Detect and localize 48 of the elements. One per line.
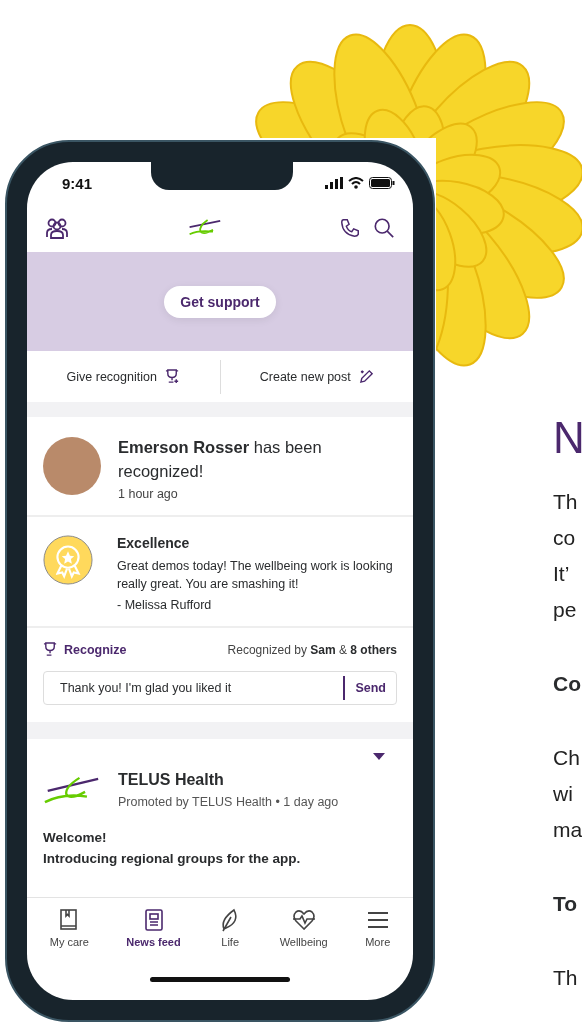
paragraph-line: Th — [553, 965, 579, 991]
paragraph-line: ma — [553, 817, 582, 843]
create-post-button[interactable]: Create new post — [220, 351, 413, 402]
logo-icon — [43, 776, 101, 804]
recognize-button[interactable]: Recognize — [43, 642, 127, 657]
nav-tab[interactable]: More — [365, 908, 391, 948]
post-title: Welcome! — [43, 829, 108, 847]
get-support-button[interactable]: Get support — [164, 285, 276, 318]
heartbeat-icon — [291, 908, 316, 932]
recognition-message: Great demos today! The wellbeing work is looking really great. You are smashing it! — [117, 558, 394, 593]
paragraph-line: wi — [553, 781, 574, 807]
award-badge-icon — [43, 535, 93, 585]
give-recognition-button[interactable]: Give recognition — [27, 351, 220, 402]
section-heading: Co — [553, 671, 582, 697]
paragraph-line: co — [553, 525, 577, 551]
status-time: 9:41 — [62, 174, 93, 192]
message-author: - Melissa Rufford — [117, 598, 213, 612]
battery-icon — [369, 177, 395, 189]
recognized-by-text: Recognized by Sam & 8 others — [227, 642, 397, 657]
wifi-icon — [348, 177, 364, 189]
trophy-icon — [43, 642, 58, 657]
post-headline: Emerson Rosser has been recognized! — [118, 437, 323, 482]
nav-tab[interactable]: My care — [49, 908, 89, 948]
paragraph-line: It’ — [553, 561, 571, 587]
paragraph-line: Ch — [553, 745, 581, 771]
phone-icon[interactable] — [339, 217, 361, 239]
paragraph-line: Th — [553, 489, 579, 515]
post-time: 1 hour ago — [118, 487, 179, 501]
people-icon[interactable] — [45, 217, 69, 239]
avatar-photo — [43, 437, 101, 495]
search-icon[interactable] — [373, 217, 395, 239]
post-meta: Promoted by TELUS Health • 1 day ago — [118, 795, 339, 809]
section-heading: To — [553, 891, 579, 917]
paragraph-line: pe — [553, 597, 578, 623]
caret-icon[interactable] — [373, 753, 385, 760]
send-button[interactable]: Send — [345, 681, 396, 695]
nav-tab[interactable]: News feed — [126, 908, 181, 948]
recognition-title: Excellence — [117, 535, 191, 551]
logo-icon — [186, 219, 222, 237]
nav-tab[interactable]: Life — [218, 908, 243, 948]
post-subtitle: Introducing regional groups for the app. — [43, 850, 302, 868]
reply-field[interactable]: Thank you! I'm glad you liked it Send — [43, 671, 397, 705]
post-author: TELUS Health — [118, 771, 225, 789]
nav-tab[interactable]: Wellbeing — [279, 908, 328, 948]
trophy-icon — [164, 369, 180, 384]
article-heading: N — [553, 412, 582, 464]
signal-icon — [325, 177, 343, 189]
pencil-icon — [358, 369, 374, 384]
